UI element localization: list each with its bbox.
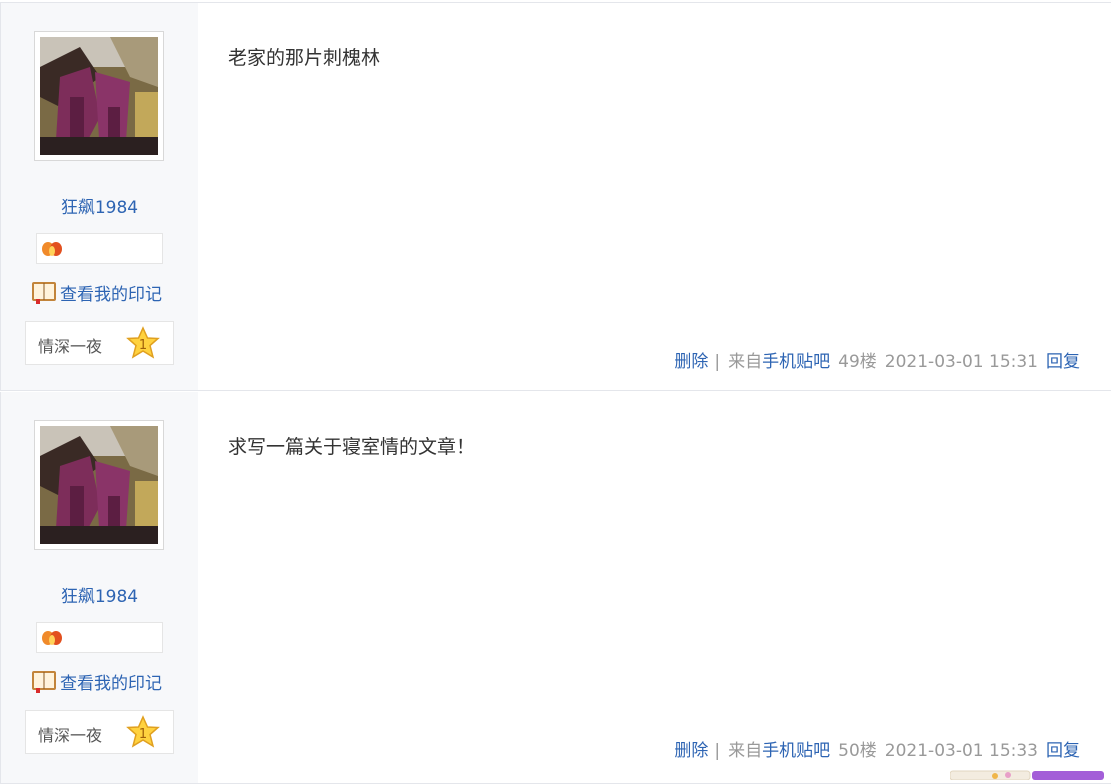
level-name: 情深一夜	[38, 726, 103, 745]
author-panel: 狂飙1984 查看我的印记 情深一夜 1	[1, 392, 198, 783]
imprint-label: 查看我的印记	[60, 284, 162, 305]
author-name[interactable]: 狂飙1984	[1, 193, 198, 218]
meta-separator: |	[714, 741, 721, 761]
from-prefix: 来自	[728, 352, 763, 372]
level-number: 1	[139, 338, 147, 353]
meta-separator: |	[714, 352, 721, 372]
level-badge[interactable]: 情深一夜 1	[25, 710, 174, 754]
badge-box	[36, 622, 163, 653]
post-content: 求写一篇关于寝室情的文章！	[228, 436, 476, 458]
post-timestamp: 2021-03-01 15:33	[884, 741, 1038, 761]
avatar-image	[40, 37, 158, 155]
author-name[interactable]: 狂飙1984	[1, 582, 198, 607]
floor-number: 50楼	[838, 741, 877, 761]
floating-decoration[interactable]	[950, 770, 1110, 780]
star-level-icon: 1	[126, 326, 160, 359]
flame-badge-icon[interactable]	[41, 628, 63, 646]
source-link[interactable]: 手机贴吧	[762, 741, 830, 761]
level-badge[interactable]: 情深一夜 1	[25, 321, 174, 365]
view-imprint-link[interactable]: 查看我的印记	[31, 668, 162, 694]
post-meta: 删除 | 来自手机贴吧 50楼 2021-03-01 15:33 回复	[674, 736, 1080, 761]
source-link[interactable]: 手机贴吧	[762, 352, 830, 372]
delete-link[interactable]: 删除	[674, 741, 708, 761]
level-number: 1	[139, 727, 147, 742]
star-level-icon: 1	[126, 715, 160, 748]
view-imprint-link[interactable]: 查看我的印记	[31, 279, 162, 305]
reply-link[interactable]: 回复	[1046, 741, 1080, 761]
post-floor-49: 狂飙1984 查看我的印记 情深一夜 1 老家的那片刺槐林 删除 | 来自手机贴…	[0, 2, 1111, 391]
post-timestamp: 2021-03-01 15:31	[884, 352, 1038, 372]
badge-box	[36, 233, 163, 264]
flame-badge-icon[interactable]	[41, 239, 63, 257]
book-icon	[32, 282, 56, 304]
avatar[interactable]	[34, 420, 164, 550]
post-floor-50: 狂飙1984 查看我的印记 情深一夜 1 求写一篇关于寝室情的文章！ 删除 | …	[0, 392, 1111, 784]
post-meta: 删除 | 来自手机贴吧 49楼 2021-03-01 15:31 回复	[674, 347, 1080, 372]
author-panel: 狂飙1984 查看我的印记 情深一夜 1	[1, 3, 198, 390]
book-icon	[32, 671, 56, 693]
reply-link[interactable]: 回复	[1046, 352, 1080, 372]
floor-number: 49楼	[838, 352, 877, 372]
level-name: 情深一夜	[38, 337, 103, 356]
avatar[interactable]	[34, 31, 164, 161]
post-content: 老家的那片刺槐林	[228, 47, 381, 69]
delete-link[interactable]: 删除	[674, 352, 708, 372]
imprint-label: 查看我的印记	[60, 673, 162, 694]
avatar-image	[40, 426, 158, 544]
from-prefix: 来自	[728, 741, 763, 761]
